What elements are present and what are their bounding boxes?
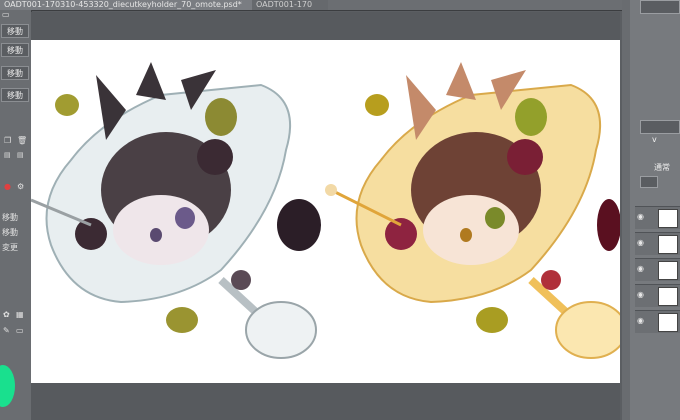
panel-button[interactable] bbox=[640, 0, 680, 14]
eraser-icon[interactable]: ▭ bbox=[16, 326, 24, 336]
move-label-2: 移動 bbox=[2, 228, 18, 237]
artwork-canvas[interactable] bbox=[30, 40, 627, 383]
layer-icon: ▤ bbox=[17, 151, 24, 159]
copy-icon[interactable]: ❐ bbox=[4, 136, 11, 146]
artwork-color bbox=[325, 62, 627, 359]
color-swatch[interactable] bbox=[0, 365, 15, 407]
document-tab-bar: OADT001-170310-453320_diecutkeyholder_70… bbox=[0, 0, 622, 11]
tool-icon[interactable]: ▭ bbox=[2, 10, 10, 20]
gear-icon[interactable]: ⚙ bbox=[17, 182, 24, 192]
artwork-svg bbox=[30, 62, 627, 359]
layer-row[interactable]: ◉ bbox=[635, 232, 680, 255]
move-button-3[interactable]: 移動 bbox=[1, 66, 29, 80]
eye-icon[interactable]: ◉ bbox=[637, 290, 644, 299]
grid-icon[interactable]: ▦ bbox=[16, 310, 24, 320]
layer-row[interactable]: ◉ bbox=[635, 284, 680, 307]
change-label: 変更 bbox=[2, 243, 18, 252]
layer-row[interactable]: ◉ bbox=[635, 206, 680, 229]
move-label-1: 移動 bbox=[2, 213, 18, 222]
brush-icon[interactable]: ✎ bbox=[3, 326, 10, 336]
canvas-area bbox=[30, 12, 627, 420]
tab-document-active[interactable]: OADT001-170310-453320_diecutkeyholder_70… bbox=[0, 0, 254, 10]
layer-row[interactable]: ◉ bbox=[635, 258, 680, 281]
layer-thumbnail bbox=[658, 209, 678, 228]
red-marker-icon: ● bbox=[4, 182, 11, 191]
move-button-1[interactable]: 移動 bbox=[1, 24, 29, 38]
tab-document-inactive[interactable]: OADT001-170 bbox=[252, 0, 328, 10]
layer-row[interactable]: ◉ bbox=[635, 310, 680, 333]
layer-icon: ▤ bbox=[4, 151, 11, 159]
layer-option-label: v bbox=[652, 135, 657, 144]
move-button-4[interactable]: 移動 bbox=[1, 88, 29, 102]
layer-thumbnail bbox=[658, 261, 678, 280]
layer-thumbnail bbox=[658, 287, 678, 306]
left-tool-panel: ▭ 移動 移動 移動 移動 ❐ 🗑 ▤ ▤ ● ⚙ 移動 移動 変更 ✿ ▦ ✎… bbox=[0, 10, 32, 420]
eye-icon[interactable]: ◉ bbox=[637, 264, 644, 273]
blend-mode-label[interactable]: 通常 bbox=[654, 162, 670, 173]
layer-thumbnail bbox=[658, 313, 678, 332]
eye-icon[interactable]: ◉ bbox=[637, 316, 644, 325]
layer-thumbnail bbox=[658, 235, 678, 254]
move-button-2[interactable]: 移動 bbox=[1, 43, 29, 57]
vertical-scrollbar[interactable] bbox=[622, 0, 630, 420]
eye-icon[interactable]: ◉ bbox=[637, 238, 644, 247]
opacity-control[interactable] bbox=[640, 176, 658, 188]
eye-icon[interactable]: ◉ bbox=[637, 212, 644, 221]
trash-icon[interactable]: 🗑 bbox=[17, 136, 27, 146]
artwork-monochrome bbox=[30, 62, 321, 359]
layer-tools-row[interactable] bbox=[640, 120, 680, 134]
settings-gear-icon[interactable]: ✿ bbox=[3, 310, 10, 320]
